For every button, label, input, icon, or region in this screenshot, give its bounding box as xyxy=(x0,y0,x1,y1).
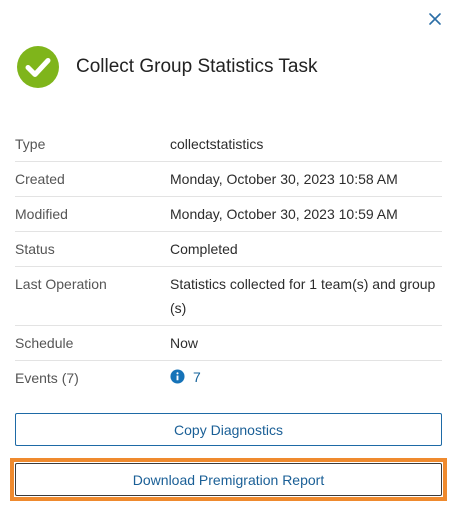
detail-row-last-operation: Last Operation Statistics collected for … xyxy=(15,267,442,326)
copy-diagnostics-button[interactable]: Copy Diagnostics xyxy=(15,413,442,446)
detail-value: Completed xyxy=(170,241,238,257)
task-header: Collect Group Statistics Task xyxy=(16,45,317,89)
page-title: Collect Group Statistics Task xyxy=(76,56,318,77)
detail-row-schedule: Schedule Now xyxy=(15,326,442,361)
detail-label: Last Operation xyxy=(15,276,107,292)
detail-row-status: Status Completed xyxy=(15,232,442,267)
detail-value: Now xyxy=(170,335,199,351)
detail-value: collectstatistics xyxy=(170,136,264,152)
close-icon[interactable] xyxy=(426,10,444,28)
detail-row-modified: Modified Monday, October 30, 2023 10:59 … xyxy=(15,197,442,232)
detail-value: Statistics collected for 1 team(s) and g… xyxy=(170,276,436,316)
detail-label: Schedule xyxy=(15,335,74,351)
detail-label: Modified xyxy=(15,206,68,222)
detail-value: Monday, October 30, 2023 10:58 AM xyxy=(170,171,398,187)
close-button[interactable] xyxy=(426,10,444,28)
info-icon xyxy=(170,369,185,384)
details-table: Type collectstatistics Created Monday, O… xyxy=(15,127,442,395)
events-count-value[interactable]: 7 xyxy=(193,365,201,389)
detail-label: Status xyxy=(15,241,55,257)
check-circle-icon xyxy=(17,46,59,88)
detail-row-type: Type collectstatistics xyxy=(15,127,442,162)
detail-label: Type xyxy=(15,136,46,152)
detail-row-events: Events (7) 7 xyxy=(15,361,442,395)
detail-label: Created xyxy=(15,171,65,187)
events-count[interactable]: 7 xyxy=(170,365,442,392)
task-details-panel: Collect Group Statistics Task Type colle… xyxy=(0,0,453,529)
events-link[interactable]: Events (7) xyxy=(15,366,170,390)
download-premigration-report-button[interactable]: Download Premigration Report xyxy=(15,463,442,496)
detail-row-created: Created Monday, October 30, 2023 10:58 A… xyxy=(15,162,442,197)
detail-value: Monday, October 30, 2023 10:59 AM xyxy=(170,206,398,222)
